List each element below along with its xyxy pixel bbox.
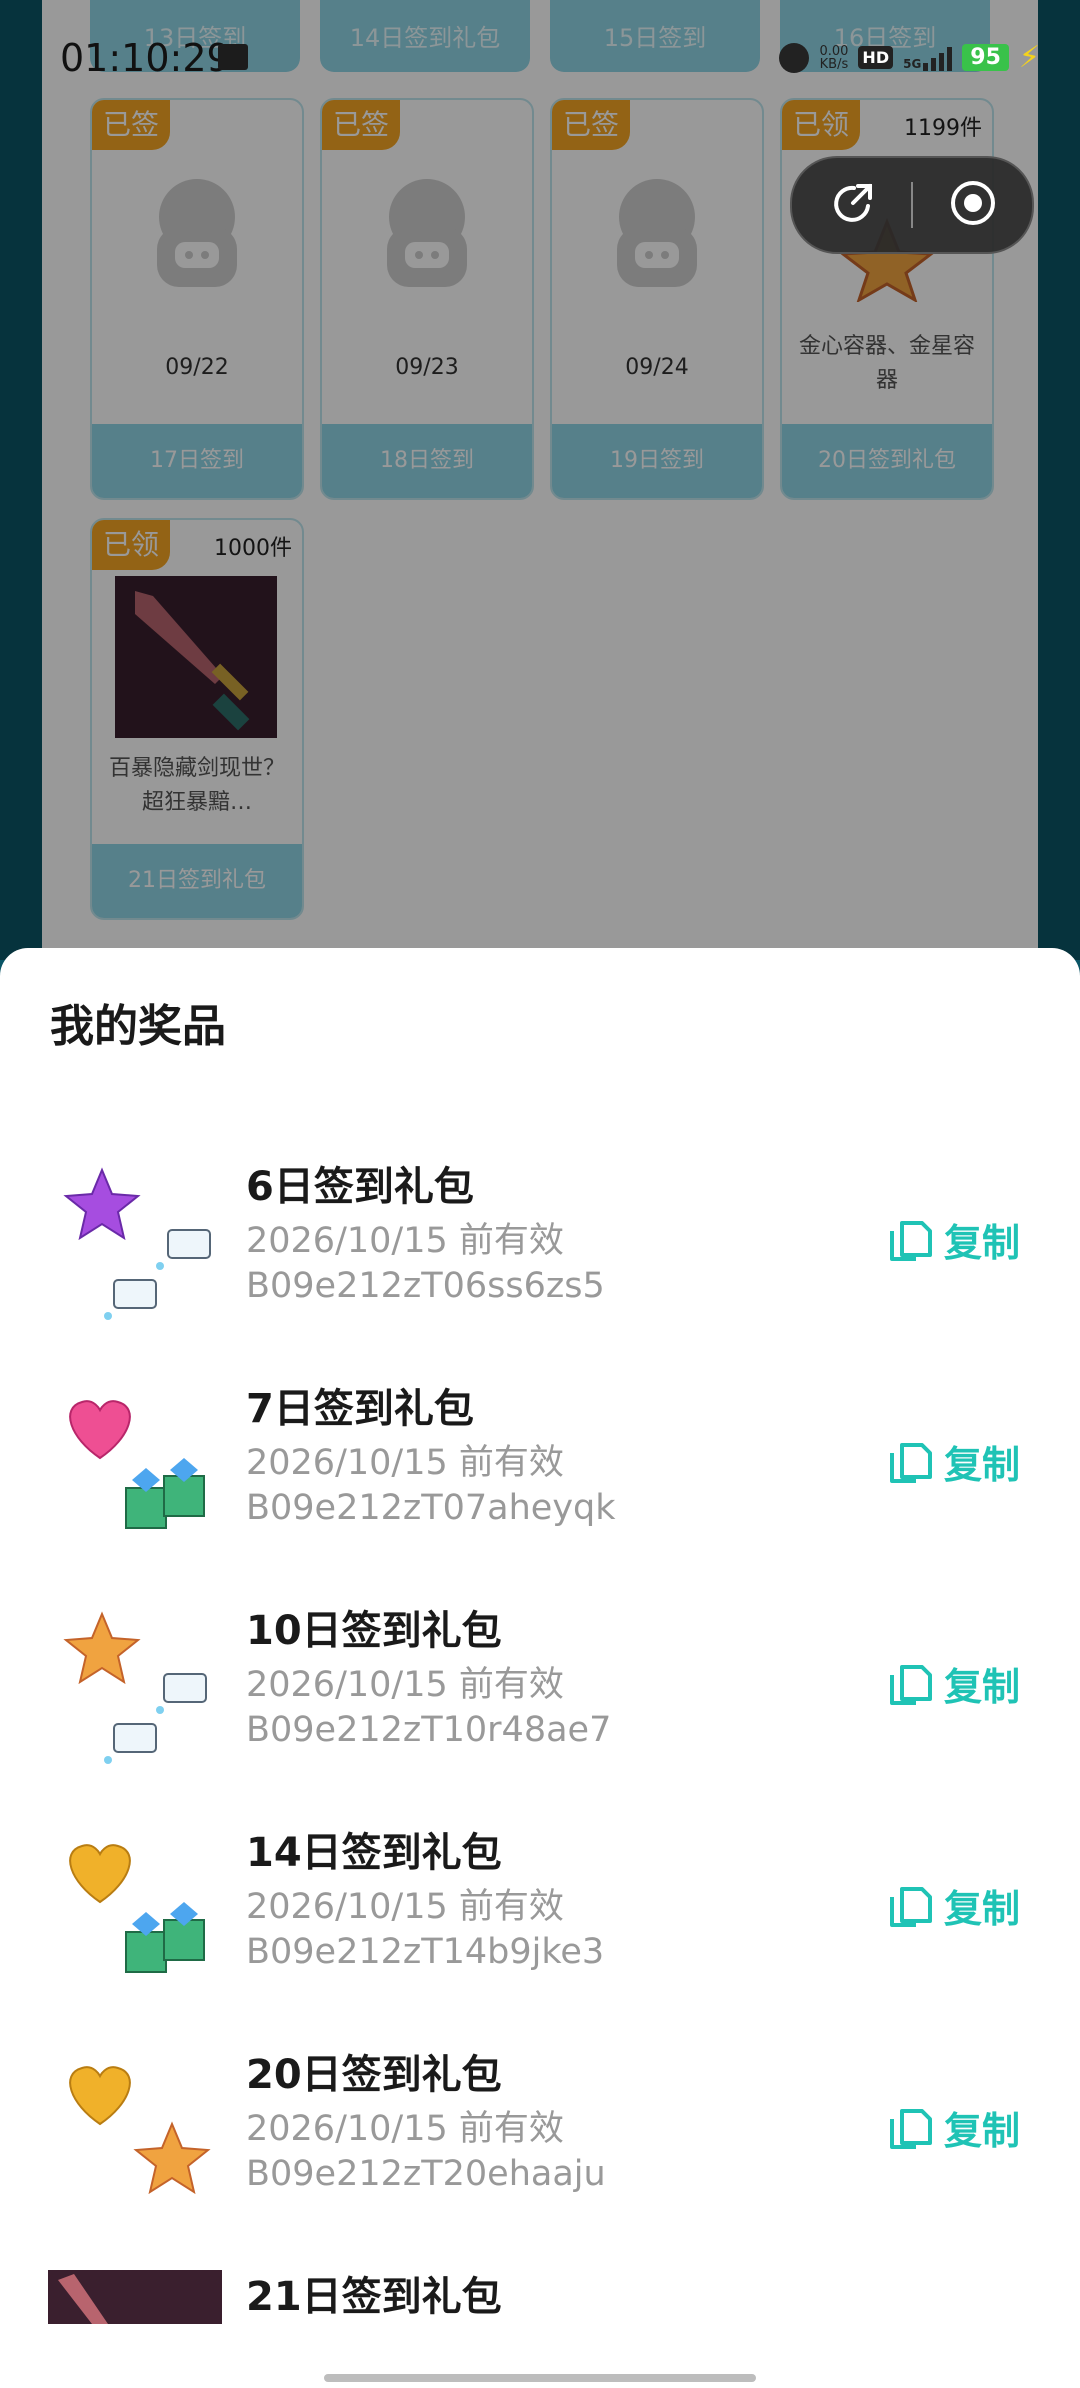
capsule-divider xyxy=(911,182,913,228)
status-time: 01:10:29 xyxy=(60,36,231,80)
pink-heart-gems-icon xyxy=(69,1400,205,1529)
hd-icon: HD xyxy=(858,46,894,69)
charging-icon: ⚡ xyxy=(1018,40,1040,75)
prize-item: 10日签到礼包 2026/10/15 前有效 B09e212zT10r48ae7… xyxy=(0,1598,1080,1820)
purple-star-tickets-icon xyxy=(63,1167,211,1320)
copy-label: 复制 xyxy=(944,2108,1021,2153)
prize-name: 14日签到礼包 xyxy=(246,1830,502,1876)
copy-icon xyxy=(890,2109,932,2149)
copy-button[interactable]: 复制 xyxy=(888,1212,1020,1266)
gold-star-tickets-icon xyxy=(63,1611,207,1764)
copy-button[interactable]: 复制 xyxy=(888,1656,1020,1710)
prize-expiry: 2026/10/15 前有效 xyxy=(246,1887,564,1927)
prize-code: B09e212zT20ehaaju xyxy=(246,2154,606,2194)
prize-name: 21日签到礼包 xyxy=(246,2274,502,2320)
gold-heart-star-icon xyxy=(69,2066,211,2195)
status-bar: 01:10:29 0.00 KB/s HD 5G 95 ⚡ xyxy=(0,0,1080,120)
alarm-icon xyxy=(779,42,810,73)
copy-icon xyxy=(890,1221,932,1261)
prize-item: 7日签到礼包 2026/10/15 前有效 B09e212zT07aheyqk … xyxy=(0,1376,1080,1598)
prize-code: B09e212zT07aheyqk xyxy=(246,1488,616,1528)
prize-name: 7日签到礼包 xyxy=(246,1386,474,1432)
battery-icon: 95 xyxy=(962,44,1009,71)
sword-image xyxy=(48,2270,222,2324)
sheet-title: 我的奖品 xyxy=(50,1001,226,1052)
prize-expiry: 2026/10/15 前有效 xyxy=(246,2109,564,2149)
net-speed: 0.00 KB/s xyxy=(819,43,849,72)
prize-name: 6日签到礼包 xyxy=(246,1164,474,1210)
home-indicator[interactable] xyxy=(324,2374,756,2382)
prize-code: B09e212zT14b9jke3 xyxy=(246,1932,605,1972)
copy-label: 复制 xyxy=(944,1220,1021,1265)
miniprogram-capsule xyxy=(790,156,1034,254)
copy-icon xyxy=(890,1887,932,1927)
prize-item: 14日签到礼包 2026/10/15 前有效 B09e212zT14b9jke3… xyxy=(0,1820,1080,2042)
signal-icon: 5G xyxy=(903,45,953,71)
my-prizes-sheet: 我的奖品 6日签到礼包 2026/10/15 前有效 B09e212zT06ss… xyxy=(0,948,1080,2388)
prize-expiry: 2026/10/15 前有效 xyxy=(246,1221,564,1261)
copy-icon xyxy=(890,1443,932,1483)
copy-label: 复制 xyxy=(944,1886,1021,1931)
prize-item: 21日签到礼包 xyxy=(0,2264,1080,2324)
prize-code: B09e212zT10r48ae7 xyxy=(246,1710,612,1750)
copy-label: 复制 xyxy=(944,1442,1021,1487)
prize-item: 20日签到礼包 2026/10/15 前有效 B09e212zT20ehaaju… xyxy=(0,2042,1080,2264)
share-icon[interactable] xyxy=(828,178,878,228)
copy-button[interactable]: 复制 xyxy=(888,1878,1020,1932)
copy-icon xyxy=(890,1665,932,1705)
dim-overlay[interactable] xyxy=(0,0,1080,960)
prize-item: 6日签到礼包 2026/10/15 前有效 B09e212zT06ss6zs5 … xyxy=(0,1154,1080,1376)
prize-expiry: 2026/10/15 前有效 xyxy=(246,1665,564,1705)
prize-expiry: 2026/10/15 前有效 xyxy=(246,1443,564,1483)
prize-name: 10日签到礼包 xyxy=(246,1608,502,1654)
sim-icon xyxy=(218,44,248,70)
copy-label: 复制 xyxy=(944,1664,1021,1709)
close-miniprogram-icon[interactable] xyxy=(948,178,998,228)
prize-code: B09e212zT06ss6zs5 xyxy=(246,1266,605,1306)
prize-name: 20日签到礼包 xyxy=(246,2052,502,2098)
copy-button[interactable]: 复制 xyxy=(888,2100,1020,2154)
gold-heart-gems-icon xyxy=(69,1844,205,1973)
copy-button[interactable]: 复制 xyxy=(888,1434,1020,1488)
